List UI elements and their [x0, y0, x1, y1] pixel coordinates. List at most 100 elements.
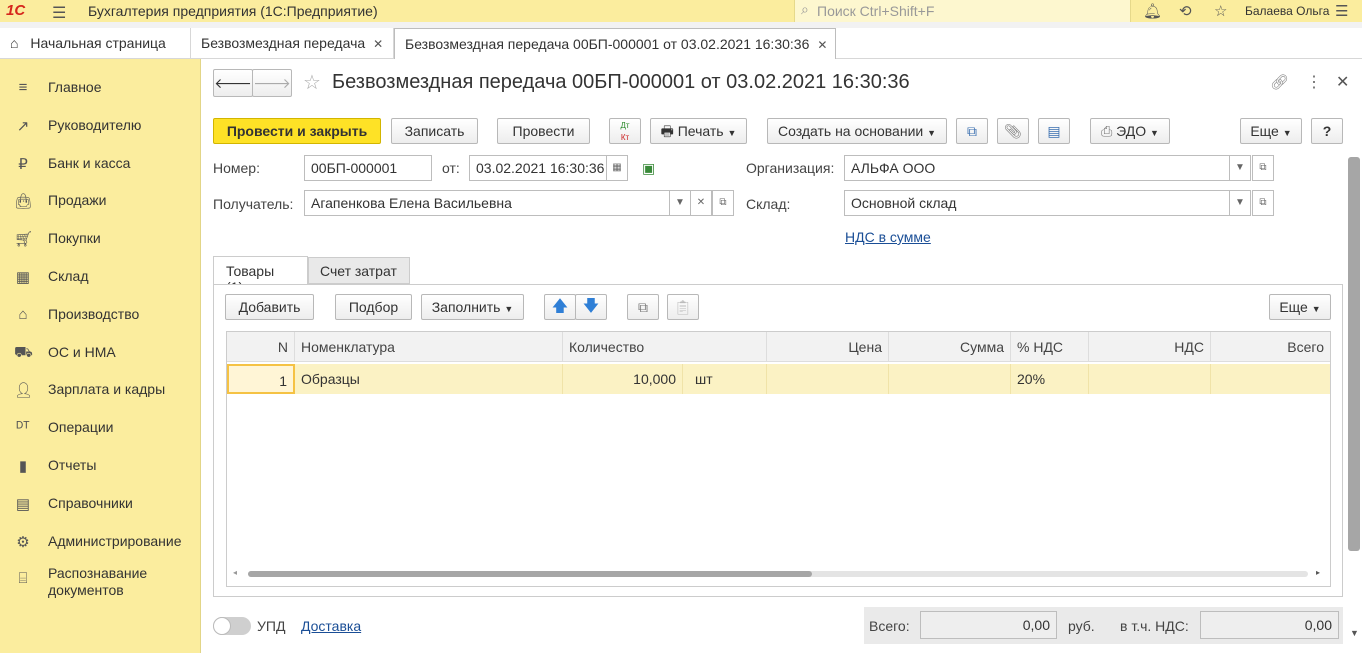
- sidebar-item-11[interactable]: ▮ Отчеты: [0, 452, 201, 482]
- cell-vat-rate[interactable]: 20%: [1011, 364, 1089, 394]
- help-button[interactable]: ?: [1311, 118, 1343, 144]
- post-and-close-button[interactable]: Провести и закрыть: [213, 118, 381, 144]
- recipient-field[interactable]: Агапенкова Елена Васильевна: [304, 190, 670, 216]
- sidebar-item-13[interactable]: ⚙ Администрирование: [0, 528, 201, 558]
- tab-transfer-list[interactable]: Безвозмездная передача ✕: [191, 28, 394, 59]
- calendar-icon[interactable]: ▦: [606, 155, 628, 181]
- cell-n[interactable]: 1: [227, 364, 295, 394]
- sidebar-item-3[interactable]: ₽ Банк и касса: [0, 150, 201, 180]
- create-based-button[interactable]: Создать на основании ▼: [767, 118, 947, 144]
- tab-transfer-doc[interactable]: Безвозмездная передача 00БП-000001 от 03…: [394, 28, 836, 59]
- main-menu-icon[interactable]: ☰: [52, 3, 66, 23]
- open-icon[interactable]: ⧉: [1252, 155, 1274, 181]
- edo-label: ЭДО: [1116, 123, 1147, 139]
- number-field[interactable]: 00БП-000001: [304, 155, 432, 181]
- forward-button[interactable]: 🡒: [252, 69, 292, 97]
- close-icon[interactable]: ✕: [373, 37, 383, 51]
- attachment-icon[interactable]: 📎︎: [997, 118, 1029, 144]
- date-field[interactable]: 03.02.2021 16:30:36: [469, 155, 607, 181]
- scroll-down-icon[interactable]: ▼: [1350, 628, 1359, 638]
- paste-icon[interactable]: 📋︎: [667, 294, 699, 320]
- chevron-down-icon[interactable]: ▼: [669, 190, 691, 216]
- column-header-price[interactable]: Цена: [767, 332, 889, 362]
- scroll-right-icon[interactable]: ▸: [1316, 568, 1320, 577]
- back-button[interactable]: 🡐: [213, 69, 253, 97]
- history-icon[interactable]: ⟲: [1179, 2, 1192, 20]
- edo-button[interactable]: ⎙ ЭДО ▼: [1090, 118, 1170, 144]
- save-button[interactable]: Записать: [391, 118, 478, 144]
- sidebar-item-1[interactable]: ≡ Главное: [0, 74, 201, 104]
- chevron-down-icon[interactable]: ▼: [1229, 155, 1251, 181]
- sidebar-item-8[interactable]: ⛟ ОС и НМА: [0, 339, 201, 369]
- sidebar-item-4[interactable]: 👜︎ Продажи: [0, 187, 201, 217]
- column-header-sum[interactable]: Сумма: [889, 332, 1011, 362]
- settings-menu-icon[interactable]: ☰: [1335, 2, 1348, 20]
- sidebar-item-2[interactable]: ↗ Руководителю: [0, 112, 201, 142]
- vat-in-sum-link[interactable]: НДС в сумме: [845, 229, 931, 245]
- tab-goods[interactable]: Товары (1): [213, 256, 308, 295]
- more-vert-icon[interactable]: ⋮: [1306, 72, 1322, 92]
- column-header-qty[interactable]: Количество: [563, 332, 767, 362]
- tab-cost-account[interactable]: Счет затрат: [308, 257, 410, 284]
- sidebar-item-10[interactable]: ᴰᵀ Операции: [0, 414, 201, 444]
- bell-icon[interactable]: 🔔︎: [1143, 2, 1162, 20]
- user-name[interactable]: Балаева Ольга: [1245, 4, 1329, 18]
- column-header-total[interactable]: Всего: [1211, 332, 1330, 362]
- horizontal-scrollbar-thumb[interactable]: [248, 571, 812, 577]
- column-header-item[interactable]: Номенклатура: [295, 332, 563, 362]
- document-icon[interactable]: ▤: [1038, 118, 1070, 144]
- move-up-icon[interactable]: 🡅: [544, 294, 576, 320]
- vertical-scrollbar-thumb[interactable]: [1348, 157, 1360, 551]
- cell-sum[interactable]: [889, 364, 1011, 394]
- sidebar-item-5[interactable]: 🛒︎ Покупки: [0, 225, 201, 255]
- scroll-left-icon[interactable]: ◂: [233, 568, 237, 577]
- cell-qty[interactable]: 10,000: [563, 364, 683, 394]
- star-icon[interactable]: ☆: [1214, 2, 1227, 20]
- app-logo[interactable]: 1С: [6, 2, 25, 19]
- dt-kt-icon[interactable]: Дт Кт: [609, 118, 641, 144]
- copy-icon[interactable]: ⧉: [627, 294, 659, 320]
- upd-toggle[interactable]: [213, 617, 251, 635]
- cell-total[interactable]: [1211, 364, 1330, 394]
- sidebar-item-14[interactable]: ⌸ Распознавание документов: [0, 565, 201, 598]
- close-icon[interactable]: ✕: [1336, 72, 1349, 92]
- link-icon[interactable]: 🔗︎: [1270, 73, 1289, 91]
- doc-status-icon[interactable]: ▣: [642, 160, 655, 177]
- column-header-vat-rate[interactable]: % НДС: [1011, 332, 1089, 362]
- delivery-link[interactable]: Доставка: [301, 618, 361, 634]
- chevron-down-icon[interactable]: ▼: [1229, 190, 1251, 216]
- more-button[interactable]: Еще ▼: [1240, 118, 1302, 144]
- move-down-icon[interactable]: 🡇: [575, 294, 607, 320]
- dt-kt-icon: ᴰᵀ: [16, 419, 30, 436]
- more-label: Еще: [1279, 299, 1308, 315]
- add-button[interactable]: Добавить: [225, 294, 314, 320]
- cell-item[interactable]: Образцы: [295, 364, 563, 394]
- table-row[interactable]: 1 Образцы 10,000 шт 20%: [227, 364, 1330, 394]
- pick-button[interactable]: Подбор: [335, 294, 412, 320]
- edo-icon: ⎙: [1101, 123, 1113, 139]
- sidebar-item-6[interactable]: ▦ Склад: [0, 263, 201, 293]
- close-icon[interactable]: ✕: [817, 38, 827, 52]
- sidebar-item-9[interactable]: 👤︎ Зарплата и кадры: [0, 376, 201, 406]
- sidebar-item-7[interactable]: ⌂ Производство: [0, 301, 201, 331]
- sidebar-item-12[interactable]: ▤ Справочники: [0, 490, 201, 520]
- global-search-input[interactable]: ⌕ Поиск Ctrl+Shift+F: [794, 0, 1131, 22]
- total-field: 0,00: [920, 611, 1057, 639]
- favorite-star-icon[interactable]: ☆: [303, 70, 321, 95]
- clear-icon[interactable]: ✕: [690, 190, 712, 216]
- cell-vat[interactable]: [1089, 364, 1211, 394]
- column-header-vat[interactable]: НДС: [1089, 332, 1211, 362]
- cell-price[interactable]: [767, 364, 889, 394]
- table-more-button[interactable]: Еще ▼: [1269, 294, 1331, 320]
- print-button[interactable]: 🖶︎ Печать ▼: [650, 118, 747, 144]
- open-icon[interactable]: ⧉: [712, 190, 734, 216]
- fill-button[interactable]: Заполнить ▼: [421, 294, 524, 320]
- cell-unit[interactable]: шт: [683, 364, 767, 394]
- post-button[interactable]: Провести: [497, 118, 590, 144]
- warehouse-field[interactable]: Основной склад: [844, 190, 1230, 216]
- open-icon[interactable]: ⧉: [1252, 190, 1274, 216]
- tab-home[interactable]: ⌂ Начальная страница: [0, 28, 191, 59]
- organization-field[interactable]: АЛЬФА ООО: [844, 155, 1230, 181]
- column-header-n[interactable]: N: [227, 332, 295, 362]
- structure-icon[interactable]: ⧉: [956, 118, 988, 144]
